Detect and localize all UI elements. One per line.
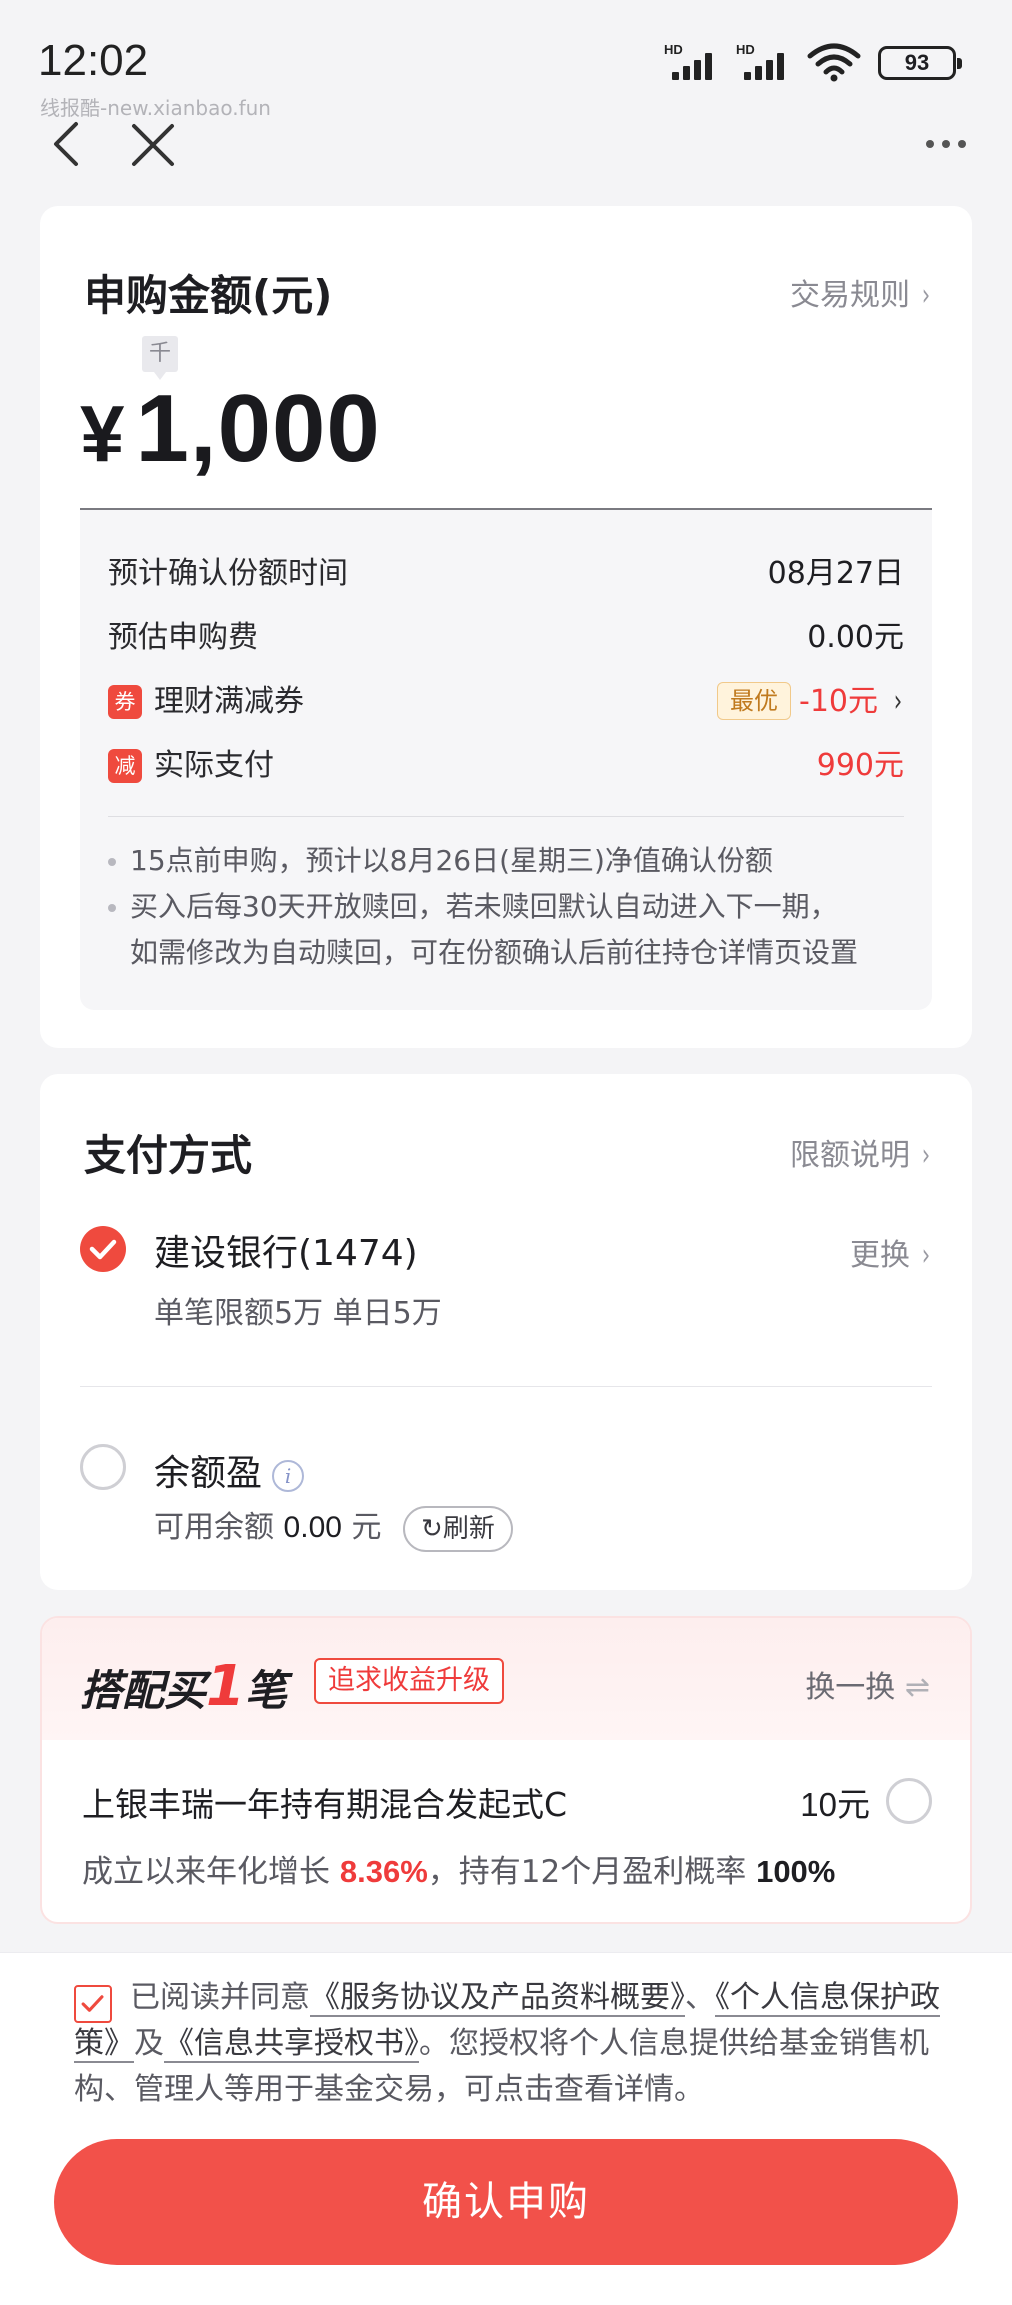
wifi-icon: [807, 43, 861, 82]
chevron-right-icon: ›: [921, 278, 931, 313]
status-time: 12:02: [38, 36, 149, 85]
refresh-button[interactable]: ↻刷新: [403, 1506, 513, 1552]
balance-line: 可用余额 0.00 元 ↻刷新: [154, 1502, 513, 1552]
amount-title: 申购金额(元): [84, 271, 333, 320]
balance-name: 余额盈: [154, 1453, 263, 1494]
combo-title: 搭配买1笔: [80, 1654, 287, 1719]
refresh-label: 刷新: [442, 1514, 495, 1544]
fund-desc-text: 成立以来年化增长: [82, 1854, 330, 1890]
combo-card: 搭配买1笔 追求收益升级 换一换 ⇌ 上银丰瑞一年持有期混合发起式C 10元 成…: [40, 1616, 972, 1924]
change-bank-link[interactable]: 更换 ›: [850, 1230, 932, 1274]
best-tag: 最优: [717, 682, 791, 720]
chevron-right-icon: ›: [921, 1238, 931, 1273]
coupon-row[interactable]: 券理财满减券 最优 -10元 ›: [108, 668, 904, 720]
swap-button[interactable]: 换一换 ⇌: [805, 1662, 930, 1706]
detail-divider: [108, 816, 904, 817]
agreement-sep: 及: [134, 2026, 164, 2061]
detail-box: 预计确认份额时间 08月27日 预估申购费 0.00元 券理财满减券 最优 -10…: [80, 510, 932, 1010]
change-bank-label: 更换: [850, 1238, 910, 1273]
actual-pay-row: 减实际支付 990元: [108, 732, 904, 783]
trade-rules-link[interactable]: 交易规则 ›: [790, 270, 932, 314]
confirm-time-label: 预计确认份额时间: [108, 556, 348, 591]
fee-value: 0.00元: [807, 620, 904, 655]
combo-title-number: 1: [206, 1654, 245, 1719]
combo-tag: 追求收益升级: [314, 1658, 504, 1704]
coupon-badge-icon: 券: [108, 685, 142, 719]
note-item: 15点前申购，预计以8月26日(星期三)净值确认份额: [108, 838, 912, 884]
status-bar: 12:02 线报酷-new.xianbao.fun HD HD 93: [0, 0, 1012, 120]
fund-name[interactable]: 上银丰瑞一年持有期混合发起式C: [82, 1778, 567, 1826]
bank-limit: 单笔限额5万 单日5万: [154, 1296, 442, 1331]
back-arrow-icon[interactable]: [48, 120, 84, 168]
amount-value: 1,000: [135, 375, 381, 482]
payment-card: 支付方式 限额说明 › 建设银行(1474) 单笔限额5万 单日5万 更换 › 余额…: [40, 1074, 972, 1590]
balance-unit: 元: [351, 1510, 382, 1545]
bank-radio-checked[interactable]: [80, 1226, 126, 1272]
payment-title: 支付方式: [84, 1131, 253, 1180]
combo-title-text: 笔: [244, 1666, 287, 1715]
amount-input[interactable]: ¥1,000: [80, 374, 381, 484]
watermark-text: 线报酷-new.xianbao.fun: [40, 96, 271, 120]
fund-radio[interactable]: [886, 1778, 932, 1824]
agreement-sep: 、: [685, 1980, 715, 2015]
service-agreement-link[interactable]: 《服务协议及产品资料概要》: [310, 1980, 685, 2017]
agreement-prefix: 已阅读并同意: [130, 1980, 310, 2015]
fund-rate: 8.36%: [339, 1854, 428, 1889]
agreement-text: 已阅读并同意《服务协议及产品资料概要》、《个人信息保护政策》及《信息共享授权书》…: [74, 1975, 954, 2113]
fee-label: 预估申购费: [108, 620, 258, 655]
bullet-icon: [108, 858, 116, 866]
signal-icon: HD: [664, 42, 724, 82]
fund-probability: 100%: [756, 1854, 836, 1889]
bullet-icon: [108, 904, 116, 912]
unit-tooltip: 千: [142, 336, 178, 380]
limit-info-link[interactable]: 限额说明 ›: [790, 1130, 932, 1174]
chevron-right-icon: ›: [921, 1138, 931, 1173]
swap-icon: ⇌: [904, 1670, 930, 1705]
balance-option: 余额盈 i: [154, 1444, 305, 1496]
fund-desc-text: ，持有12个月盈利概率: [427, 1854, 747, 1890]
confirm-time-value: 08月27日: [767, 556, 904, 591]
battery-icon: 93: [878, 46, 962, 80]
fee-row: 预估申购费 0.00元: [108, 604, 904, 655]
limit-info-label: 限额说明: [790, 1138, 910, 1173]
close-icon[interactable]: [130, 122, 176, 168]
info-icon[interactable]: i: [272, 1460, 305, 1492]
coupon-label: 理财满减券: [154, 684, 304, 719]
bank-name: 建设银行(1474): [154, 1233, 418, 1274]
trade-rules-label: 交易规则: [790, 278, 910, 313]
balance-value: 0.00: [283, 1511, 342, 1544]
chevron-right-icon: ›: [893, 684, 903, 719]
sharing-auth-link[interactable]: 《信息共享授权书》: [164, 2026, 419, 2063]
combo-title-text: 搭配买: [80, 1666, 207, 1715]
more-icon[interactable]: [924, 132, 968, 156]
swap-label: 换一换: [805, 1670, 896, 1705]
note-text: 15点前申购，预计以8月26日(星期三)净值确认份额: [130, 844, 773, 877]
bottom-bar: 已阅读并同意《服务协议及产品资料概要》、《个人信息保护政策》及《信息共享授权书》…: [0, 1952, 1012, 2305]
payment-divider: [80, 1386, 932, 1387]
check-icon: [89, 1239, 117, 1260]
fund-amount: 10元: [800, 1786, 870, 1823]
actual-pay-label: 实际支付: [154, 748, 274, 783]
note-text: 如需修改为自动赎回，可在份额确认后前往持仓详情页设置: [130, 936, 859, 969]
confirm-purchase-button[interactable]: 确认申购: [54, 2139, 958, 2265]
fund-description: 成立以来年化增长 8.36%，持有12个月盈利概率 100%: [82, 1846, 835, 1891]
actual-pay-value: 990元: [816, 748, 904, 783]
refresh-icon: ↻: [421, 1514, 443, 1544]
note-text: 买入后每30天开放赎回，若未赎回默认自动进入下一期，: [130, 890, 838, 923]
balance-radio[interactable]: [80, 1444, 126, 1490]
currency-symbol: ¥: [80, 389, 126, 478]
amount-card: 申购金额(元) 交易规则 › 千 ¥1,000 预计确认份额时间 08月27日 预…: [40, 206, 972, 1048]
balance-label: 可用余额: [154, 1510, 274, 1545]
signal-icon: HD: [736, 42, 796, 82]
confirm-time-row: 预计确认份额时间 08月27日: [108, 540, 904, 591]
coupon-value: -10元: [799, 684, 878, 719]
discount-badge-icon: 减: [108, 749, 142, 783]
note-item: 买入后每30天开放赎回，若未赎回默认自动进入下一期， 如需修改为自动赎回，可在份…: [108, 884, 912, 976]
